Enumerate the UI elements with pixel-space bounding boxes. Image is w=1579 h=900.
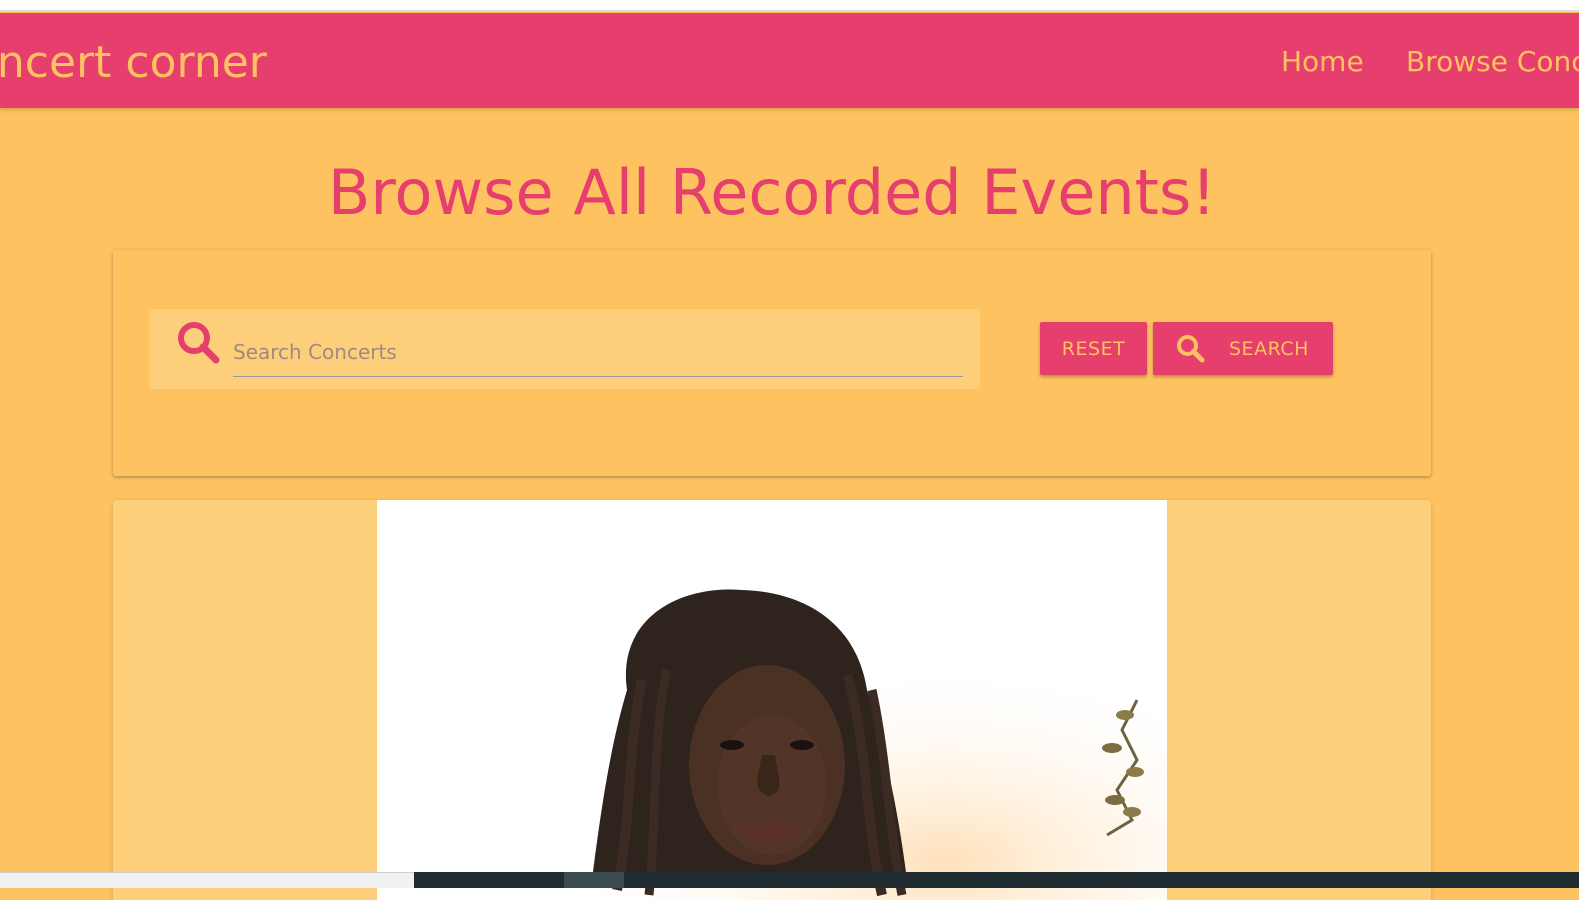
- nav-link-browse-concerts[interactable]: Browse Conc: [1406, 44, 1579, 80]
- search-button[interactable]: SEARCH: [1153, 322, 1333, 375]
- concert-result-card[interactable]: [113, 500, 1431, 900]
- reset-button-label: RESET: [1061, 337, 1126, 360]
- search-field-container: [149, 309, 980, 389]
- search-icon: [178, 322, 220, 364]
- bottom-scrollbar[interactable]: [0, 872, 1579, 888]
- reset-button[interactable]: RESET: [1040, 322, 1147, 375]
- nav-link-home[interactable]: Home: [1281, 44, 1364, 80]
- page-title: Browse All Recorded Events!: [327, 156, 1217, 229]
- concert-photo[interactable]: [377, 500, 1167, 900]
- navbar: oncert corner Home Browse Conc: [0, 13, 1579, 108]
- browser-top-edge: [0, 0, 1579, 12]
- search-input[interactable]: [233, 327, 963, 377]
- search-card: RESET SEARCH: [113, 250, 1431, 476]
- search-button-label: SEARCH: [1229, 337, 1309, 360]
- site-brand[interactable]: oncert corner: [0, 37, 267, 89]
- scrollbar-thumb[interactable]: [564, 872, 624, 888]
- search-icon: [1177, 334, 1205, 362]
- artist-photo-image: [377, 500, 1167, 900]
